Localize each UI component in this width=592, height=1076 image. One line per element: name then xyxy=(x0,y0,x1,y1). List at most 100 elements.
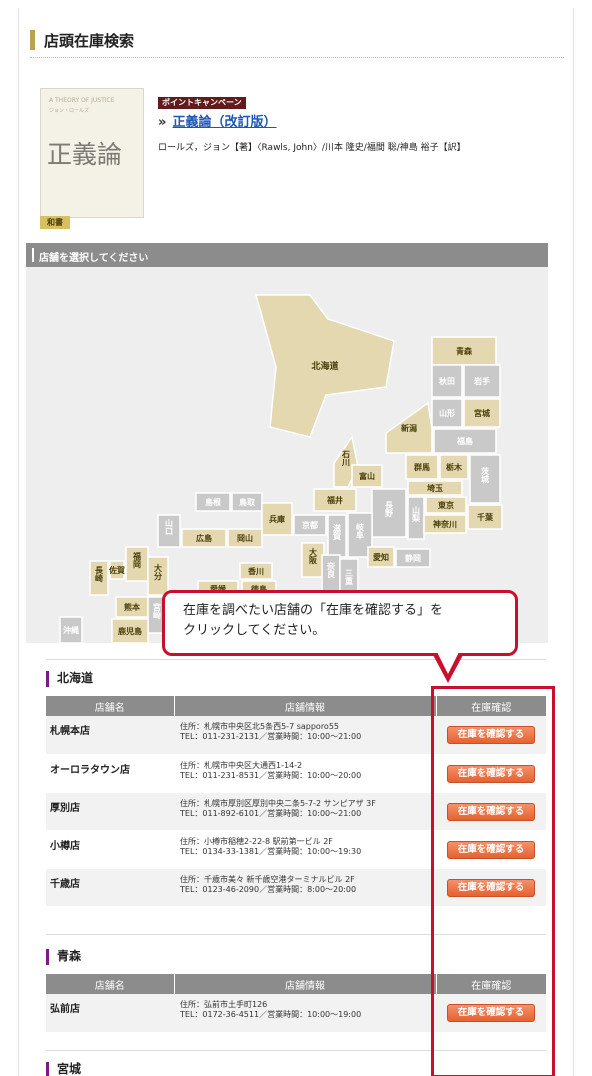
store-name: 千歳店 xyxy=(46,868,174,907)
store-tel: TEL：0123-46-2090／営業時間：8:00～20:00 xyxy=(180,884,357,894)
region-bar xyxy=(46,1061,49,1076)
prefecture-label: 島根 xyxy=(205,497,221,507)
book-title-row: » 正義論（改訂版） xyxy=(158,111,277,130)
prefecture-label: 大阪 xyxy=(308,547,318,565)
table-row: 厚別店 住所：札幌市厚別区厚別中央二条5-7-2 サンピアザ 3F TEL：011… xyxy=(46,792,546,831)
book-title-link[interactable]: 正義論（改訂版） xyxy=(173,115,277,130)
store-info: 住所：千歳市美々 新千歳空港ターミナルビル 2F TEL：0123-46-2090… xyxy=(174,868,436,907)
store-name: 札幌本店 xyxy=(46,716,174,755)
prefecture-label: 鳥取 xyxy=(239,497,255,507)
table-header-row: 店舗名 店舗情報 在庫確認 xyxy=(46,974,546,994)
store-table-aomori: 店舗名 店舗情報 在庫確認 弘前店 住所：弘前市土手町126 TEL：0172-3… xyxy=(46,974,546,1033)
prefecture-label: 青森 xyxy=(456,346,473,356)
instruction-callout: 在庫を調べたい店舗の「在庫を確認する」を クリックしてください。 xyxy=(162,590,518,656)
prefecture-label: 埼玉 xyxy=(427,483,443,493)
prefecture-label: 群馬 xyxy=(413,462,430,472)
cover-top-text: A THEORY OF JUSTICE xyxy=(49,97,115,104)
prefecture-label: 奈良 xyxy=(326,561,336,579)
store-address: 住所：札幌市中央区大通西1-14-2 xyxy=(180,760,303,770)
store-tel: TEL：011-231-2131／営業時間：10:00～21:00 xyxy=(180,732,362,741)
region-name: 宮城 xyxy=(57,1062,82,1076)
store-check-cell: 在庫を確認する xyxy=(436,754,546,793)
table-header-row: 店舗名 店舗情報 在庫確認 xyxy=(46,696,546,716)
header-store-name: 店舗名 xyxy=(46,696,175,716)
store-info: 住所：札幌市厚別区厚別中央二条5-7-2 サンピアザ 3F TEL：011-892… xyxy=(174,792,436,831)
store-address: 住所：札幌市厚別区厚別中央二条5-7-2 サンピアザ 3F xyxy=(180,798,376,808)
region-bar xyxy=(46,948,49,965)
region-heading-hokkaido: 北海道 xyxy=(46,669,93,687)
prefecture-label: 大分 xyxy=(154,563,163,581)
prefecture-label: 香川 xyxy=(247,566,264,576)
map-header: 店舗を選択してください xyxy=(26,243,548,267)
table-row: 弘前店 住所：弘前市土手町126 TEL：0172-36-4511／営業時間：10… xyxy=(46,994,546,1033)
store-check-cell: 在庫を確認する xyxy=(436,868,546,907)
store-address: 住所：札幌市中央区北5条西5-7 sapporo55 xyxy=(180,722,340,731)
prefecture-label: 兵庫 xyxy=(269,514,285,524)
prefecture-label: 宮崎 xyxy=(153,602,162,620)
prefecture-label: 愛知 xyxy=(373,552,389,562)
header-store-info: 店舗情報 xyxy=(174,974,437,994)
prefecture-label: 茨城 xyxy=(481,466,490,484)
table-row: 小樽店 住所：小樽市稲穂2-22-8 駅前第一ビル 2F TEL：0134-33-… xyxy=(46,830,546,869)
region-name: 青森 xyxy=(57,949,82,963)
header-stock-check: 在庫確認 xyxy=(436,696,546,716)
prefecture-label: 秋田 xyxy=(438,376,455,386)
prefecture-label: 静岡 xyxy=(405,553,421,563)
category-badge: 和書 xyxy=(40,216,70,229)
prefecture-label: 山口 xyxy=(165,518,174,536)
page-title: 店頭在庫検索 xyxy=(44,32,135,50)
store-info: 住所：札幌市中央区大通西1-14-2 TEL：011-231-8531／営業時間：… xyxy=(174,754,436,793)
callout-tail-fill xyxy=(437,652,459,674)
prefecture-label: 北海道 xyxy=(311,360,338,372)
check-stock-button[interactable]: 在庫を確認する xyxy=(447,840,535,859)
prefecture-label: 福井 xyxy=(326,495,343,505)
store-tel: TEL：011-892-6101／営業時間：10:00～21:00 xyxy=(180,808,362,818)
check-stock-button[interactable]: 在庫を確認する xyxy=(447,802,535,821)
store-tel: TEL：0134-33-1381／営業時間：10:00～19:30 xyxy=(180,846,362,856)
title-accent-bar xyxy=(30,30,35,50)
prefecture-label: 広島 xyxy=(196,533,212,543)
region-separator xyxy=(46,659,546,660)
cover-title-text: 正義論 xyxy=(47,140,123,169)
book-cover-image[interactable]: A THEORY OF JUSTICE ジョン・ロールズ 正義論 xyxy=(40,88,144,218)
store-check-cell: 在庫を確認する xyxy=(436,716,546,755)
check-stock-button[interactable]: 在庫を確認する xyxy=(447,726,535,744)
prefecture-label: 岡山 xyxy=(237,533,253,543)
prefecture-label: 滋賀 xyxy=(333,523,342,541)
prefecture-label: 千葉 xyxy=(477,512,494,522)
prefecture-label: 山形 xyxy=(439,408,455,418)
header-stock-check: 在庫確認 xyxy=(436,974,546,994)
store-check-cell: 在庫を確認する xyxy=(436,792,546,831)
campaign-badge: ポイントキャンペーン xyxy=(158,97,246,109)
prefecture-label: 長崎 xyxy=(94,566,104,583)
check-stock-button[interactable]: 在庫を確認する xyxy=(447,764,535,783)
prefecture-label: 福岡 xyxy=(133,551,142,569)
check-stock-button[interactable]: 在庫を確認する xyxy=(447,878,535,897)
prefecture-label: 岩手 xyxy=(473,376,490,386)
store-check-cell: 在庫を確認する xyxy=(436,830,546,869)
store-name: 厚別店 xyxy=(46,792,174,831)
store-tel: TEL：0172-36-4511／営業時間：10:00～19:00 xyxy=(180,1010,362,1019)
store-table-hokkaido: 店舗名 店舗情報 在庫確認 札幌本店 住所：札幌市中央区北5条西5-7 sapp… xyxy=(46,696,546,907)
cover-sub-text: ジョン・ロールズ xyxy=(49,108,90,114)
prefecture-label: 山梨 xyxy=(411,505,421,523)
prefecture-label: 東京 xyxy=(438,500,454,510)
store-name: オーロラタウン店 xyxy=(46,754,174,793)
prefecture-label: 三重 xyxy=(345,569,354,586)
prefecture-label: 佐賀 xyxy=(108,565,125,575)
check-stock-button[interactable]: 在庫を確認する xyxy=(447,1004,535,1022)
store-info: 住所：札幌市中央区北5条西5-7 sapporo55 TEL：011-231-21… xyxy=(174,716,436,755)
header-store-info: 店舗情報 xyxy=(174,696,437,716)
region-name: 北海道 xyxy=(57,671,94,685)
prefecture-label: 福島 xyxy=(456,436,473,446)
prefecture-label: 石川 xyxy=(342,450,351,467)
table-row: 千歳店 住所：千歳市美々 新千歳空港ターミナルビル 2F TEL：0123-46-… xyxy=(46,868,546,907)
region-heading-aomori: 青森 xyxy=(46,947,81,965)
region-heading-miyagi: 宮城 xyxy=(46,1060,81,1076)
region-bar xyxy=(46,670,49,687)
prefecture-label: 鹿児島 xyxy=(118,626,142,636)
prefecture-label: 長野 xyxy=(384,501,394,518)
prefecture-label: 富山 xyxy=(359,471,375,481)
store-address: 住所：弘前市土手町126 xyxy=(180,1000,268,1009)
prefecture-label: 岐阜 xyxy=(355,522,365,540)
